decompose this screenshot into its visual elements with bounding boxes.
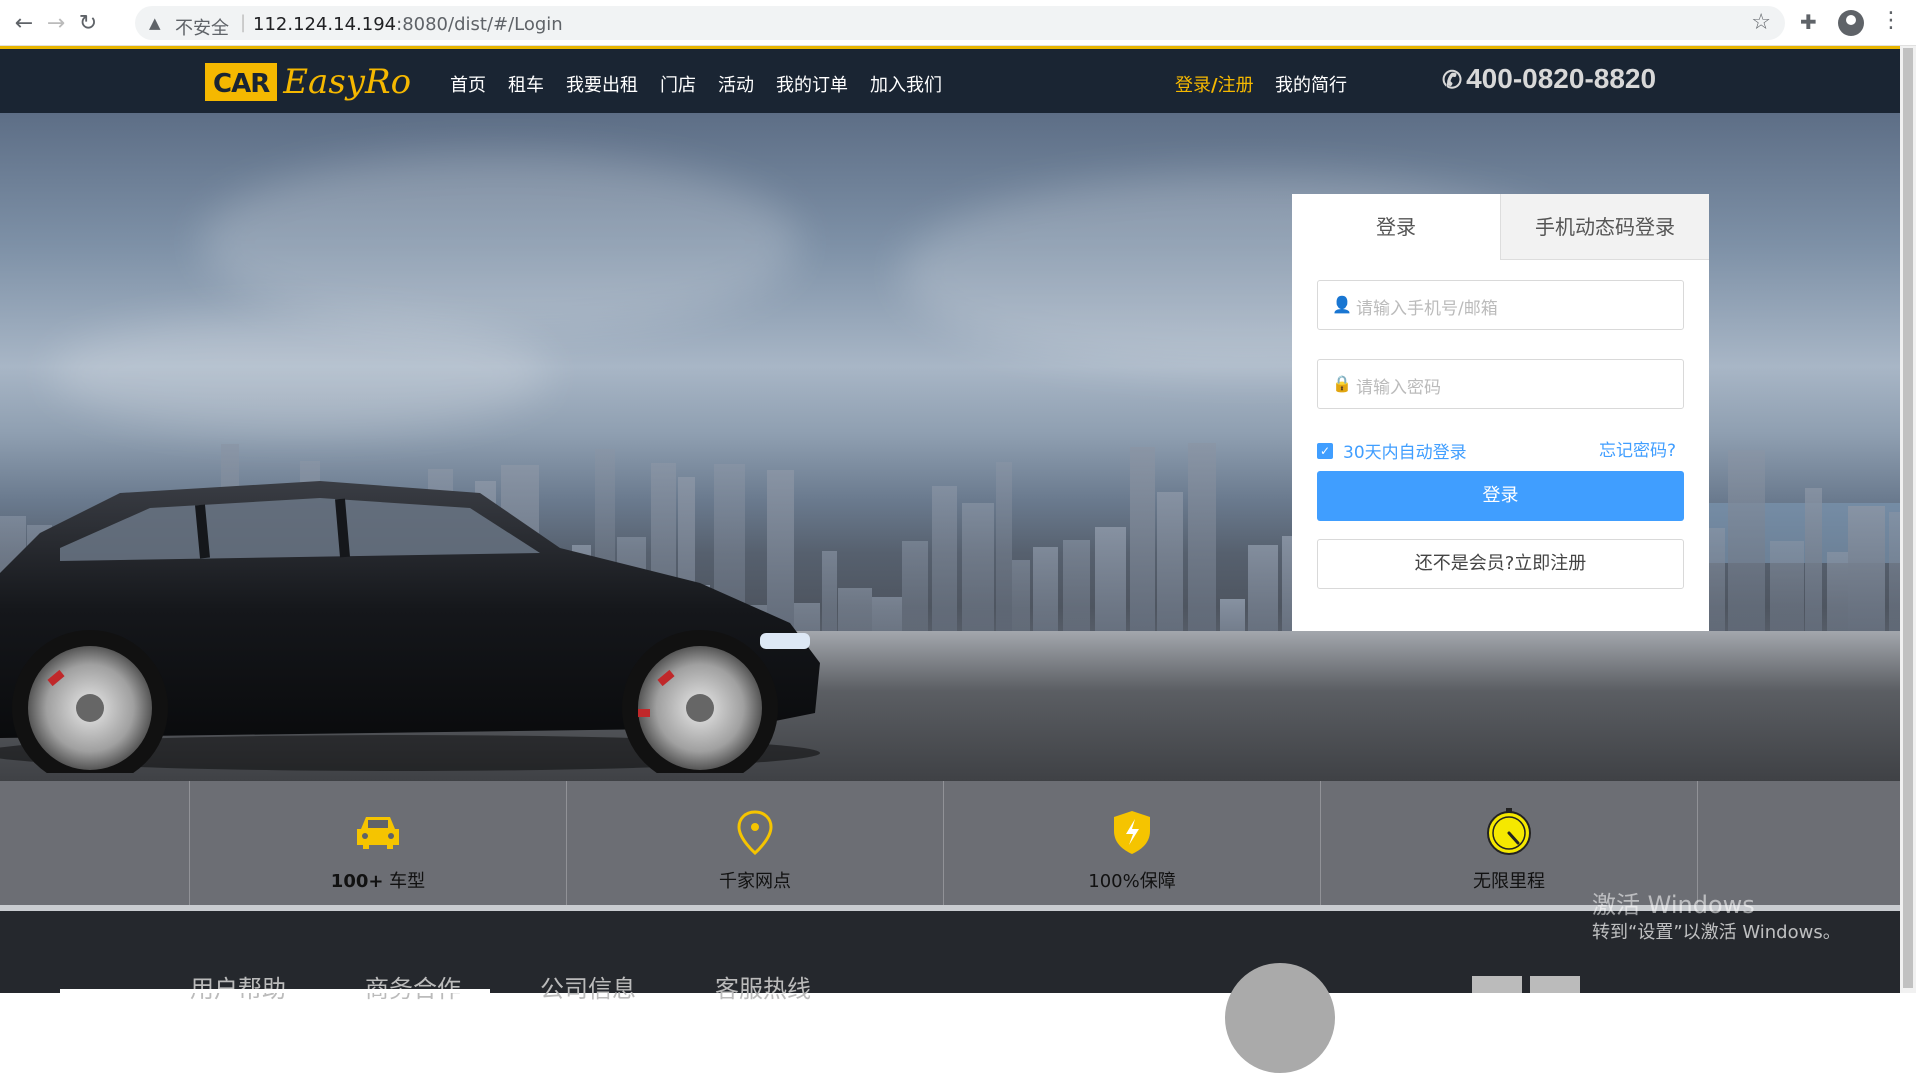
address-bar[interactable]: ▲ 不安全 | 112.124.14.194:8080/dist/#/Login…: [135, 6, 1785, 40]
register-link-text[interactable]: 注册: [1218, 75, 1254, 96]
insecure-label: 不安全: [175, 18, 229, 39]
my-resume-link[interactable]: 我的简行: [1275, 71, 1347, 97]
account-input[interactable]: 👤 请输入手机号/邮箱: [1317, 280, 1684, 330]
feature-label-outlets: 千家网点: [719, 871, 791, 892]
forward-arrow-icon[interactable]: →: [42, 10, 70, 38]
user-icon: 👤: [1332, 295, 1352, 314]
logo-text: EasyRo: [283, 62, 412, 102]
reload-icon[interactable]: ↻: [74, 10, 102, 38]
nav-stores[interactable]: 门店: [660, 71, 696, 97]
cloud: [200, 153, 800, 333]
remember-me[interactable]: ✓ 30天内自动登录: [1317, 438, 1467, 463]
login-tabs: 登录 手机动态码登录: [1292, 194, 1709, 260]
feature-label-guarantee: 100%保障: [1088, 871, 1176, 892]
url-text: 112.124.14.194:8080/dist/#/Login: [253, 14, 563, 35]
logo-mark: CAR: [205, 63, 278, 101]
nav-activities[interactable]: 活动: [718, 71, 754, 97]
suv-car-image: [0, 481, 820, 773]
footer-qr-block: [1530, 976, 1580, 993]
scrollbar-thumb[interactable]: [1903, 48, 1913, 988]
nav-join-us[interactable]: 加入我们: [870, 71, 942, 97]
footer-link-hotline[interactable]: 客服热线: [715, 969, 811, 1004]
main-nav: 首页 租车 我要出租 门店 活动 我的订单 加入我们: [450, 71, 964, 97]
nav-lease-out[interactable]: 我要出租: [566, 71, 638, 97]
footer-active-underline: [60, 989, 490, 993]
hero-banner: 登录 手机动态码登录 👤 请输入手机号/邮箱 🔒 请输入密码 ✓ 30天内自动登…: [0, 113, 1900, 781]
windows-activation-hint: 转到“设置”以激活 Windows。: [1592, 922, 1841, 943]
tab-password-login[interactable]: 登录: [1292, 194, 1500, 260]
page-scrollbar[interactable]: [1900, 46, 1916, 993]
password-input[interactable]: 🔒 请输入密码: [1317, 359, 1684, 409]
shield-icon: [1114, 811, 1150, 854]
nav-my-orders[interactable]: 我的订单: [776, 71, 848, 97]
lock-icon: 🔒: [1332, 374, 1352, 393]
login-card: 登录 手机动态码登录 👤 请输入手机号/邮箱 🔒 请输入密码 ✓ 30天内自动登…: [1292, 194, 1709, 631]
hotline: ✆ 400-0820-8820: [1442, 63, 1656, 95]
warning-icon: ▲: [149, 14, 161, 32]
footer-link-company[interactable]: 公司信息: [540, 969, 636, 1004]
browser-menu-icon[interactable]: ⋮: [1880, 8, 1902, 33]
nav-rent[interactable]: 租车: [508, 71, 544, 97]
feature-spacer: [0, 781, 190, 905]
hotline-number: 400-0820-8820: [1466, 63, 1657, 94]
footer-qr-badge: [1225, 963, 1335, 1073]
url-separator: |: [240, 12, 247, 33]
feature-outlets: 千家网点: [567, 781, 944, 905]
register-button[interactable]: 还不是会员?立即注册: [1317, 539, 1684, 589]
password-placeholder: 请输入密码: [1356, 378, 1441, 398]
remember-label[interactable]: 30天内自动登录: [1343, 438, 1467, 463]
footer-qr-block: [1472, 976, 1522, 993]
login-button[interactable]: 登录: [1317, 471, 1684, 521]
feature-label-models: 100+ 车型: [330, 871, 426, 892]
location-pin-icon: [737, 810, 773, 855]
car-icon: [357, 817, 399, 849]
account-placeholder: 请输入手机号/邮箱: [1356, 299, 1498, 319]
windows-activation-title: 激活 Windows: [1592, 891, 1755, 919]
tab-sms-login[interactable]: 手机动态码登录: [1500, 194, 1709, 260]
nav-home[interactable]: 首页: [450, 71, 486, 97]
feature-guarantee: 100%保障: [944, 781, 1321, 905]
site-logo[interactable]: CAR EasyRo: [205, 62, 411, 102]
bookmark-star-icon[interactable]: ☆: [1751, 10, 1771, 35]
footer-link-help[interactable]: 用户帮助: [190, 969, 286, 1004]
browser-toolbar: ← → ↻ ▲ 不安全 | 112.124.14.194:8080/dist/#…: [0, 0, 1916, 46]
feature-car-models: 100+ 车型: [190, 781, 567, 905]
site-header: CAR EasyRo 首页 租车 我要出租 门店 活动 我的订单 加入我们 登录…: [0, 46, 1900, 113]
speedometer-icon: [1487, 808, 1531, 855]
remember-checkbox[interactable]: ✓: [1317, 442, 1333, 459]
back-arrow-icon[interactable]: ←: [10, 10, 38, 38]
profile-avatar-icon[interactable]: [1838, 10, 1864, 36]
footer-link-business[interactable]: 商务合作: [365, 969, 461, 1004]
forgot-password-link[interactable]: 忘记密码?: [1599, 436, 1676, 461]
phone-icon: ✆: [1442, 67, 1463, 94]
extensions-puzzle-icon[interactable]: ✚: [1800, 10, 1817, 34]
cloud: [50, 313, 550, 433]
login-register-link[interactable]: 登录/注册: [1175, 71, 1254, 97]
login-link-text[interactable]: 登录: [1175, 75, 1211, 96]
